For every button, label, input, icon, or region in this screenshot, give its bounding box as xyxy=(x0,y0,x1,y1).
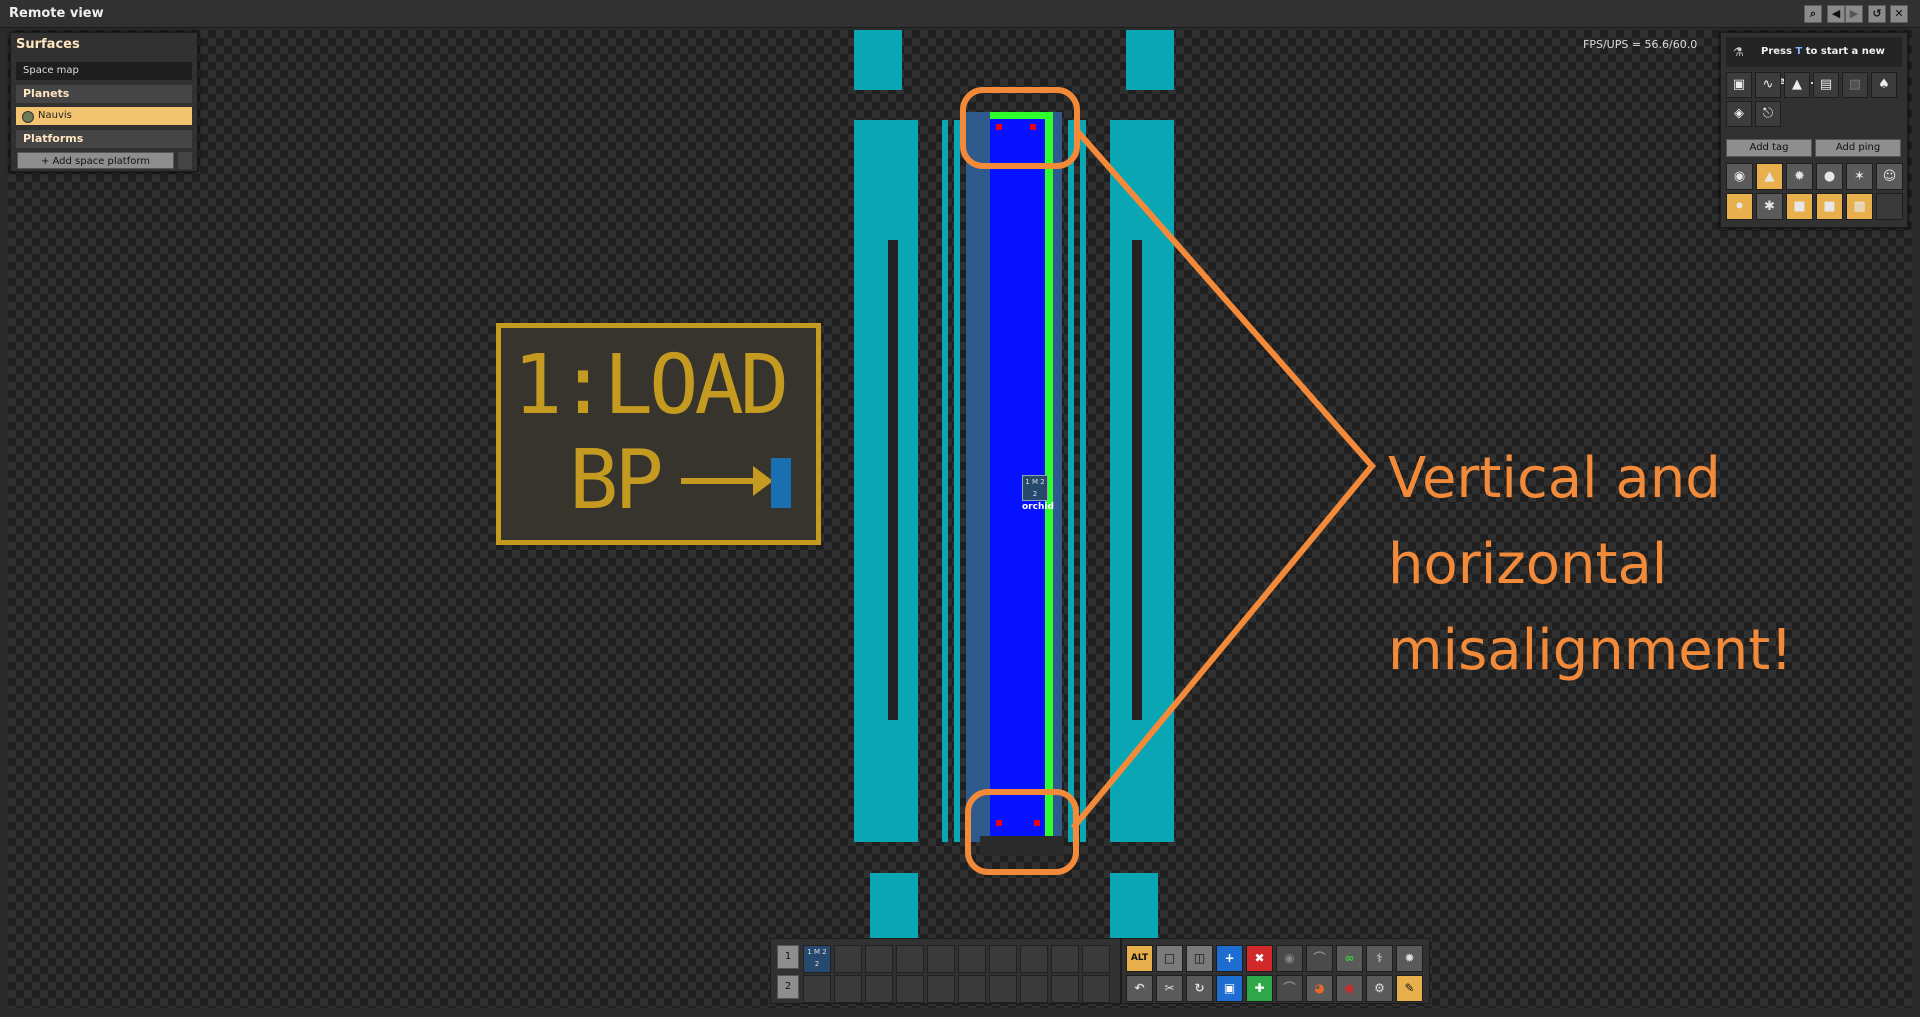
callout-lines xyxy=(1070,130,1376,830)
research-prompt[interactable]: ⚗ Press T to start a new research. xyxy=(1726,37,1902,87)
quickbar-slot[interactable] xyxy=(865,975,893,1003)
upgrade-button[interactable]: ✚ xyxy=(1246,975,1273,1002)
explosion-icon[interactable]: ✶ xyxy=(1846,163,1873,190)
tank-icon[interactable]: ■ xyxy=(1816,193,1843,220)
shortcut-bar: ALT □ ◫ + ✖ ◉ ⌒ ∞ ⚕ ✹ ↶ ✂ ↻ ▣ ✚ ⌒ ◕ ◉ ⚙ … xyxy=(1121,938,1430,1004)
quickbar-slot[interactable] xyxy=(1020,945,1048,973)
spidertron-remote-button[interactable]: ✹ xyxy=(1396,945,1423,972)
annotation-text: Vertical and horizontal misalignment! xyxy=(1388,446,1793,683)
green-wire-button[interactable]: ∞ xyxy=(1336,945,1363,972)
quickbar-slot[interactable] xyxy=(1082,945,1110,973)
surfaces-panel: Surfaces Space map Planets Nauvis Platfo… xyxy=(10,32,198,172)
turret-icon[interactable]: ▲ xyxy=(1756,163,1783,190)
quickbar-slot[interactable] xyxy=(1051,945,1079,973)
platforms-header: Platforms xyxy=(16,130,192,148)
cut-button[interactable]: ✂ xyxy=(1156,975,1183,1002)
rocket-silo-icon[interactable]: ◉ xyxy=(1726,163,1753,190)
add-space-platform-button[interactable]: + Add space platform xyxy=(17,152,174,169)
remote-button[interactable]: ◉ xyxy=(1336,975,1363,1002)
planet-label: Nauvis xyxy=(38,110,72,121)
add-tag-button[interactable]: Add tag xyxy=(1726,139,1812,157)
red-wire-button[interactable]: ⌒ xyxy=(1276,975,1303,1002)
blueprint-button[interactable]: □ xyxy=(1156,945,1183,972)
spider-icon[interactable]: ✱ xyxy=(1756,193,1783,220)
fire-icon[interactable]: ● xyxy=(1816,163,1843,190)
planet-icon xyxy=(22,111,34,123)
quickbar-slot[interactable] xyxy=(834,975,862,1003)
fps-readout: FPS/UPS = 56.6/60.0 xyxy=(1583,38,1698,51)
achievements-icon[interactable]: ♠ xyxy=(1871,72,1897,98)
space-map-item[interactable]: Space map xyxy=(16,62,192,80)
copy-button[interactable]: ◫ xyxy=(1186,945,1213,972)
quickbar-slot[interactable] xyxy=(927,945,955,973)
empty-slot[interactable] xyxy=(1876,193,1903,220)
trains-icon[interactable]: ▤ xyxy=(1813,72,1839,98)
quickbar-slot[interactable] xyxy=(958,945,986,973)
quickbar: 1 2 1 M 2 2 xyxy=(770,938,1121,1004)
undo-button[interactable]: ↶ xyxy=(1126,975,1153,1002)
quickbar-slot[interactable] xyxy=(896,945,924,973)
blueprint-library-icon[interactable]: ▧ xyxy=(1842,72,1868,98)
technology-icon[interactable]: ◈ xyxy=(1726,101,1752,127)
quickbar-slot[interactable] xyxy=(1051,975,1079,1003)
quickbar-slot[interactable] xyxy=(1082,975,1110,1003)
surfaces-title: Surfaces xyxy=(16,37,80,52)
quickbar-slot[interactable] xyxy=(927,975,955,1003)
player-icon[interactable]: ☺ xyxy=(1876,163,1903,190)
quickbar-slot[interactable] xyxy=(896,975,924,1003)
quickbar-row-1-button[interactable]: 1 xyxy=(777,945,799,969)
wire-button[interactable]: ⌒ xyxy=(1306,945,1333,972)
planet-item-nauvis[interactable]: Nauvis xyxy=(16,107,192,125)
toggle-personal-roboport-button[interactable]: + xyxy=(1216,945,1243,972)
artillery-button[interactable]: ⚕ xyxy=(1366,945,1393,972)
quickbar-slot[interactable] xyxy=(803,975,831,1003)
map-pin-icon[interactable]: ⚫ xyxy=(1726,193,1753,220)
highlight-box-bottom xyxy=(965,789,1079,875)
upgrade-planner-button[interactable]: ↻ xyxy=(1186,975,1213,1002)
quickbar-slot[interactable] xyxy=(989,975,1017,1003)
add-ping-button[interactable]: Add ping xyxy=(1815,139,1901,157)
night-vision-button[interactable]: ◉ xyxy=(1276,945,1303,972)
edit-button[interactable]: ✎ xyxy=(1396,975,1423,1002)
map-icon[interactable]: ▣ xyxy=(1726,72,1752,98)
quickbar-slot[interactable] xyxy=(834,945,862,973)
alt-mode-button[interactable]: ALT xyxy=(1126,945,1153,972)
quickbar-slot[interactable] xyxy=(989,945,1017,973)
planets-header: Planets xyxy=(16,85,192,103)
quickbar-slot[interactable] xyxy=(865,945,893,973)
locomotive-icon[interactable]: ▩ xyxy=(1846,193,1873,220)
deconstruction-planner-button[interactable]: ✖ xyxy=(1246,945,1273,972)
quickbar-slot[interactable]: 1 M 2 2 xyxy=(803,945,831,973)
quickbar-slot[interactable] xyxy=(958,975,986,1003)
production-stats-icon[interactable]: ∿ xyxy=(1755,72,1781,98)
settings-button[interactable]: ⚙ xyxy=(1366,975,1393,1002)
highlight-box-top xyxy=(960,87,1080,169)
logistics-icon[interactable]: ▲ xyxy=(1784,72,1810,98)
network-icon[interactable]: ⎋ xyxy=(1755,101,1781,127)
right-panel: ⚗ Press T to start a new research. ▣ ∿ ▲… xyxy=(1720,32,1908,228)
biter-nest-icon[interactable]: ✹ xyxy=(1786,163,1813,190)
quickbar-row-2-button[interactable]: 2 xyxy=(777,975,799,999)
blueprint-book-button[interactable]: ▣ xyxy=(1216,975,1243,1002)
platform-options-button[interactable] xyxy=(178,152,192,169)
car-icon[interactable]: ■ xyxy=(1786,193,1813,220)
flask-icon: ⚗ xyxy=(1733,45,1744,59)
pipette-button[interactable]: ◕ xyxy=(1306,975,1333,1002)
quickbar-slot[interactable] xyxy=(1020,975,1048,1003)
